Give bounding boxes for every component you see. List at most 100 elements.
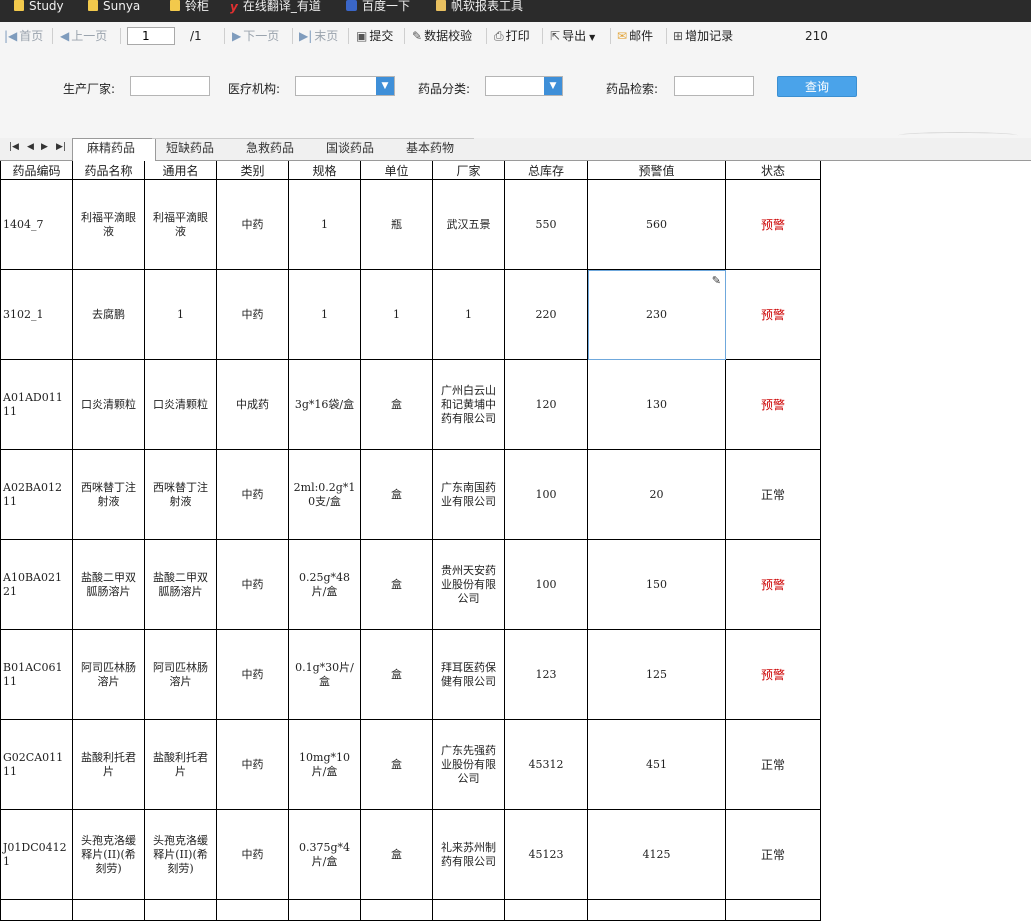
total-stock-cell[interactable]: 100 [504,539,588,630]
drug-name-cell[interactable]: 盐酸二甲双胍肠溶片 [72,539,145,630]
status-cell[interactable]: 正常 [725,719,821,810]
empty-cell[interactable] [504,899,588,921]
total-stock-cell[interactable]: 120 [504,359,588,450]
empty-cell[interactable] [0,899,73,921]
manufacturer-cell[interactable]: 1 [432,269,505,360]
chevron-down-icon[interactable]: ▼ [376,77,394,95]
status-cell[interactable]: 正常 [725,809,821,900]
drug-code-cell[interactable]: 3102_1 [0,269,73,360]
empty-cell[interactable] [587,899,726,921]
unit-cell[interactable]: 瓶 [360,179,433,270]
bookmark-youdao[interactable]: y 在线翻译_有道 [230,0,321,14]
unit-cell[interactable]: 1 [360,269,433,360]
unit-cell[interactable]: 盒 [360,539,433,630]
spec-cell[interactable]: 2ml:0.2g*10支/盒 [288,449,361,540]
bookmark-lingui[interactable]: 铃柜 [170,0,209,14]
verify-data-button[interactable]: ✎ 数据校验 [412,28,472,44]
unit-cell[interactable]: 盒 [360,359,433,450]
spec-cell[interactable]: 0.375g*4片/盒 [288,809,361,900]
warning-threshold-cell[interactable]: 20 [587,449,726,540]
total-stock-cell[interactable]: 45123 [504,809,588,900]
status-cell[interactable]: 预警 [725,269,821,360]
drug-code-cell[interactable]: A02BA01211 [0,449,73,540]
category-cell[interactable]: 中药 [216,269,289,360]
category-select[interactable]: ▼ [485,76,563,96]
spec-cell[interactable]: 0.25g*48片/盒 [288,539,361,630]
drug-code-cell[interactable]: G02CA01111 [0,719,73,810]
manufacturer-cell[interactable]: 拜耳医药保健有限公司 [432,629,505,720]
page-number-input[interactable] [127,27,175,45]
chevron-down-icon[interactable]: ▼ [544,77,562,95]
next-sheet-icon[interactable]: ▶ [41,142,48,152]
tab-narcotic-drugs[interactable]: 麻精药品 [72,138,156,161]
query-button[interactable]: 查询 [777,76,857,97]
empty-cell[interactable] [216,899,289,921]
empty-cell[interactable] [144,899,217,921]
total-stock-cell[interactable]: 220 [504,269,588,360]
drug-name-cell[interactable]: 阿司匹林肠溶片 [72,629,145,720]
generic-name-cell[interactable]: 盐酸二甲双胍肠溶片 [144,539,217,630]
spec-cell[interactable]: 3g*16袋/盒 [288,359,361,450]
drug-code-cell[interactable]: A01AD01111 [0,359,73,450]
manufacturer-cell[interactable]: 广州白云山和记黄埔中药有限公司 [432,359,505,450]
spec-cell[interactable]: 10mg*10片/盒 [288,719,361,810]
category-cell[interactable]: 中药 [216,179,289,270]
mail-button[interactable]: ✉ 邮件 [617,28,653,44]
drug-code-cell[interactable]: J01DC04121 [0,809,73,900]
add-record-button[interactable]: ⊞ 增加记录 [673,28,733,44]
total-stock-cell[interactable]: 100 [504,449,588,540]
category-cell[interactable]: 中成药 [216,359,289,450]
drug-name-cell[interactable]: 口炎清颗粒 [72,359,145,450]
generic-name-cell[interactable]: 头孢克洛缓释片(II)(希刻劳) [144,809,217,900]
tab-negotiated-drugs[interactable]: 国谈药品 [312,138,394,159]
drug-code-cell[interactable]: A10BA02121 [0,539,73,630]
unit-cell[interactable]: 盒 [360,629,433,720]
bookmark-sunya[interactable]: Sunya [88,0,140,14]
first-page-button[interactable]: |◀ 首页 [4,28,43,44]
bookmark-baidu[interactable]: 百度一下 [346,0,410,14]
drug-name-cell[interactable]: 头孢克洛缓释片(II)(希刻劳) [72,809,145,900]
prev-sheet-icon[interactable]: ◀ [27,142,34,152]
status-cell[interactable]: 预警 [725,539,821,630]
empty-cell[interactable] [72,899,145,921]
warning-threshold-cell[interactable]: 150 [587,539,726,630]
manufacturer-cell[interactable]: 贵州天安药业股份有限公司 [432,539,505,630]
last-page-button[interactable]: ▶| 末页 [299,28,338,44]
category-cell[interactable]: 中药 [216,719,289,810]
tab-essential-drugs[interactable]: 基本药物 [392,138,474,159]
tab-shortage-drugs[interactable]: 短缺药品 [152,138,234,159]
status-cell[interactable]: 正常 [725,449,821,540]
drug-name-cell[interactable]: 西咪替丁注射液 [72,449,145,540]
drug-code-cell[interactable]: 1404_7 [0,179,73,270]
empty-cell[interactable] [288,899,361,921]
total-stock-cell[interactable]: 123 [504,629,588,720]
institution-select[interactable]: ▼ [295,76,395,96]
submit-button[interactable]: ▣ 提交 [356,28,393,44]
generic-name-cell[interactable]: 1 [144,269,217,360]
spec-cell[interactable]: 1 [288,269,361,360]
category-cell[interactable]: 中药 [216,629,289,720]
manufacturer-cell[interactable]: 武汉五景 [432,179,505,270]
status-cell[interactable]: 预警 [725,359,821,450]
last-sheet-icon[interactable]: ▶| [56,142,66,152]
unit-cell[interactable]: 盒 [360,719,433,810]
search-input[interactable] [674,76,754,96]
manufacturer-cell[interactable]: 广东先强药业股份有限公司 [432,719,505,810]
drug-name-cell[interactable]: 去腐鹏 [72,269,145,360]
drug-name-cell[interactable]: 利福平滴眼液 [72,179,145,270]
manufacturer-cell[interactable]: 广东南国药业有限公司 [432,449,505,540]
manufacturer-input[interactable] [130,76,210,96]
warning-threshold-cell[interactable]: 451 [587,719,726,810]
spec-cell[interactable]: 0.1g*30片/盒 [288,629,361,720]
generic-name-cell[interactable]: 西咪替丁注射液 [144,449,217,540]
warning-threshold-cell[interactable]: 230 ✎ [587,269,726,360]
empty-cell[interactable] [432,899,505,921]
generic-name-cell[interactable]: 利福平滴眼液 [144,179,217,270]
category-cell[interactable]: 中药 [216,539,289,630]
unit-cell[interactable]: 盒 [360,449,433,540]
total-stock-cell[interactable]: 45312 [504,719,588,810]
first-sheet-icon[interactable]: |◀ [9,142,19,152]
bookmark-finereport[interactable]: 帆软报表工具 [436,0,523,14]
unit-cell[interactable]: 盒 [360,809,433,900]
category-cell[interactable]: 中药 [216,449,289,540]
